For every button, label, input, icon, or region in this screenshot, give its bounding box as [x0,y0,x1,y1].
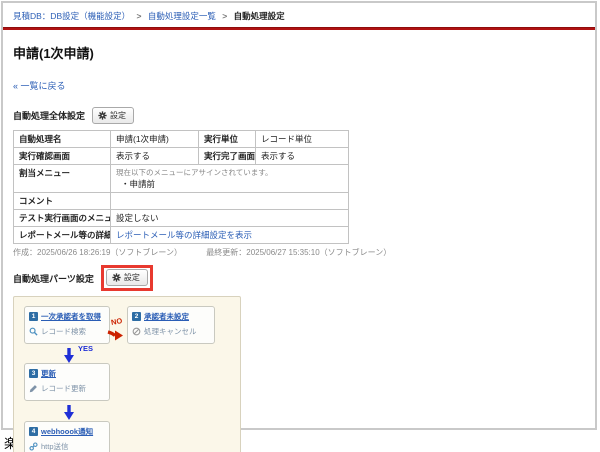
row-header: 実行単位 [199,131,256,148]
highlight-annotation-box: 設定 [101,265,153,291]
table-row: 実行確認画面 表示する 実行完了画面 表示する [14,148,349,165]
row-header: テスト実行画面のメニュー [14,210,111,227]
row-header: 自動処理名 [14,131,111,148]
link-icon [29,442,38,451]
row-header: コメント [14,193,111,210]
flow-step-get-approver: 1 一次承認者を取得 レコード検索 [24,306,110,344]
overall-settings-heading: 自動処理全体設定 [13,109,85,122]
flow-step-type: レコード更新 [41,383,86,394]
row-value: 設定しない [111,210,349,227]
magnifier-icon [29,327,38,336]
row-value: レポートメール等の詳細設定を表示 [111,227,349,244]
flow-step-type: レコード検索 [41,326,86,337]
parts-settings-button-label: 設定 [124,272,140,283]
overall-settings-table: 自動処理名 申請(1次申請) 実行単位 レコード単位 実行確認画面 表示する 実… [13,130,349,244]
flow-step-link[interactable]: 承認者未設定 [144,311,189,322]
flow-step-link[interactable]: webhoook通知 [41,426,93,437]
parts-settings-heading: 自動処理パーツ設定 [13,272,94,285]
gear-icon [98,111,107,120]
report-mail-detail-link[interactable]: レポートメール等の詳細設定を表示 [116,230,252,240]
breadcrumb-separator: > [222,11,227,21]
table-row: レポートメール等の詳細設定 レポートメール等の詳細設定を表示 [14,227,349,244]
pencil-icon [29,384,38,393]
assign-menu-item: ・申請前 [116,178,343,190]
flow-step-update: 3 更新 レコード更新 [24,363,110,401]
table-row: 割当メニュー 現在以下のメニューにアサインされています。 ・申請前 [14,165,349,193]
cancel-icon [132,327,141,336]
flow-step-webhook: 4 webhoook通知 http送信 [24,421,110,452]
app-window: 見積DB：DB設定（機能設定） > 自動処理設定一覧 > 自動処理設定 申請(1… [1,1,597,430]
row-header: 実行完了画面 [199,148,256,165]
row-header: レポートメール等の詳細設定 [14,227,111,244]
row-header: 実行確認画面 [14,148,111,165]
page-title: 申請(1次申請) [13,43,585,62]
flow-step-type: http送信 [41,441,69,452]
flow-step-link[interactable]: 更新 [41,368,56,379]
assign-menu-note: 現在以下のメニューにアサインされています。 [116,167,343,178]
updated-timestamp: 最終更新：2025/06/27 15:35:10（ソフトブレーン） [206,248,391,257]
row-value [111,193,349,210]
overall-settings-button[interactable]: 設定 [92,107,134,124]
gear-icon [112,273,121,282]
flow-step-link[interactable]: 一次承認者を取得 [41,311,101,322]
yes-branch-label: YES [78,344,93,353]
breadcrumb-separator: > [137,11,142,21]
step-number-badge: 2 [132,312,141,321]
parts-settings-section-head: 自動処理パーツ設定 設定 [13,266,595,290]
breadcrumb: 見積DB：DB設定（機能設定） > 自動処理設定一覧 > 自動処理設定 [3,3,595,27]
flow-step-type: 処理キャンセル [144,326,197,337]
created-timestamp: 作成：2025/06/26 18:26:19（ソフトブレーン） [13,248,182,257]
breadcrumb-link-auto-process-list[interactable]: 自動処理設定一覧 [148,11,216,21]
step-number-badge: 1 [29,312,38,321]
flow-step-approver-unset: 2 承認者未設定 処理キャンセル [127,306,215,344]
breadcrumb-current: 自動処理設定 [234,11,285,21]
row-header: 割当メニュー [14,165,111,193]
breadcrumb-link-db-settings[interactable]: 見積DB：DB設定（機能設定） [13,11,130,21]
table-row: テスト実行画面のメニュー 設定しない [14,210,349,227]
row-value: 申請(1次申請) [111,131,199,148]
table-row: コメント [14,193,349,210]
row-value: 表示する [111,148,199,165]
row-value: 表示する [256,148,349,165]
record-meta: 作成：2025/06/26 18:26:19（ソフトブレーン） 最終更新：202… [13,247,595,258]
step-number-badge: 4 [29,427,38,436]
overall-settings-section-head: 自動処理全体設定 設定 [13,105,595,125]
table-row: 自動処理名 申請(1次申請) 実行単位 レコード単位 [14,131,349,148]
step-number-badge: 3 [29,369,38,378]
flow-diagram: 1 一次承認者を取得 レコード検索 2 承認者未設定 処理キャンセル NO [13,296,241,452]
down-arrow-icon [62,404,76,421]
parts-settings-button[interactable]: 設定 [106,269,148,286]
back-to-list-link[interactable]: « 一覧に戻る [13,79,585,92]
row-value: 現在以下のメニューにアサインされています。 ・申請前 [111,165,349,193]
overall-settings-button-label: 設定 [110,110,126,121]
no-branch-label: NO [110,316,123,327]
yes-branch-arrow-icon [62,347,76,364]
accent-divider [3,27,595,30]
no-branch-arrow-icon [107,328,125,343]
row-value: レコード単位 [256,131,349,148]
